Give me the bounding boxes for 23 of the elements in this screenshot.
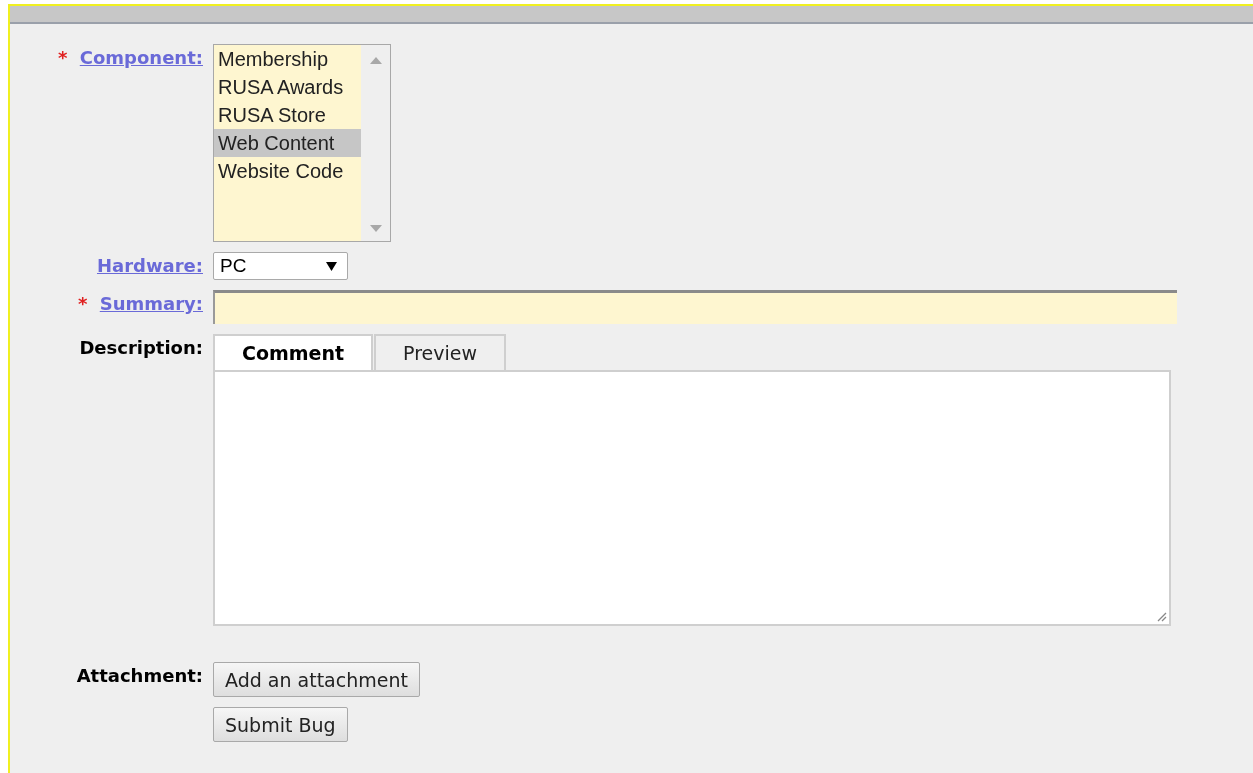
listbox-option[interactable]: Membership (214, 45, 361, 73)
add-attachment-button[interactable]: Add an attachment (213, 662, 420, 697)
required-asterisk: * (58, 47, 68, 68)
listbox-option[interactable]: RUSA Store (214, 101, 361, 129)
listbox-option[interactable]: RUSA Awards (214, 73, 361, 101)
hardware-select[interactable]: PC (213, 252, 348, 280)
listbox-option[interactable]: Web Content (214, 129, 361, 157)
editor-tab[interactable]: Comment (213, 334, 373, 370)
editor-tab[interactable]: Preview (374, 334, 506, 370)
required-asterisk: * (78, 293, 88, 314)
field-label: Description: (79, 337, 203, 358)
dropdown-caret-icon (326, 261, 337, 271)
field-label-link[interactable]: Summary: (99, 293, 203, 314)
summary-input[interactable] (213, 290, 1177, 324)
field-label-link[interactable]: Component: (79, 47, 203, 68)
component-listbox[interactable]: Membership RUSA Awards RUSA Store Web Content Website Code (213, 44, 391, 242)
listbox-option[interactable]: Website Code (214, 157, 361, 185)
scroll-up-icon[interactable] (369, 57, 382, 64)
scroll-down-icon[interactable] (369, 225, 382, 232)
field-label: Attachment: (76, 665, 203, 686)
submit-bug-button[interactable]: Submit Bug (213, 707, 348, 742)
resize-grip-icon[interactable] (1157, 612, 1167, 622)
field-label-link[interactable]: Hardware: (96, 255, 203, 276)
